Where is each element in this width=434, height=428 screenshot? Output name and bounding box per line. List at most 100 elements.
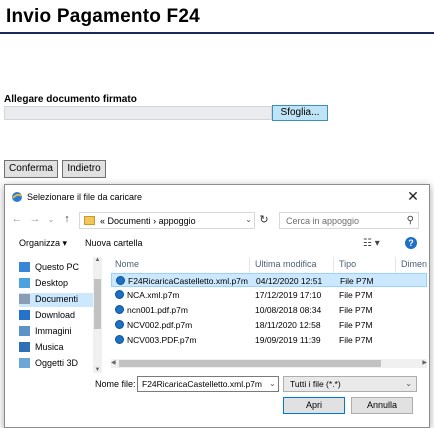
help-icon[interactable]: ? xyxy=(405,237,417,249)
browser-app-icon xyxy=(12,192,23,202)
sidebar-item[interactable]: Immagini xyxy=(19,325,101,339)
file-type: File P7M xyxy=(339,305,373,315)
column-divider[interactable] xyxy=(395,257,396,273)
column-divider[interactable] xyxy=(333,257,334,273)
organize-menu[interactable]: Organizza ▾ xyxy=(19,238,67,249)
back-arrow-icon[interactable]: ← xyxy=(11,213,23,225)
sidebar-item-label: Download xyxy=(35,310,76,320)
dialog-title: Selezionare il file da caricare xyxy=(27,192,143,202)
sidebar-item-label: Desktop xyxy=(35,278,69,288)
file-row[interactable]: NCV003.PDF.p7m 19/09/2019 11:39 File P7M xyxy=(111,333,427,347)
browse-button[interactable]: Sfoglia... xyxy=(272,105,328,121)
file-type: File P7M xyxy=(339,335,373,345)
sidebar-item[interactable]: Musica xyxy=(19,341,101,355)
p7m-file-icon xyxy=(115,290,124,299)
title-divider xyxy=(0,32,434,34)
scroll-left-icon[interactable]: ◀ xyxy=(111,359,116,366)
address-overflow[interactable]: « xyxy=(100,216,105,226)
desktop-icon xyxy=(19,278,30,288)
file-list: ^ NomeUltima modificaTipoDimenF24Ricaric… xyxy=(111,257,427,373)
sidebar-item-label: Musica xyxy=(35,342,64,352)
open-button[interactable]: Apri xyxy=(283,397,345,414)
file-row[interactable]: ncn001.pdf.p7m 10/08/2018 08:34 File P7M xyxy=(111,303,427,317)
sidebar-item[interactable]: Questo PC xyxy=(19,261,101,275)
filename-input[interactable] xyxy=(137,376,279,392)
sidebar-item-label: Oggetti 3D xyxy=(35,358,79,368)
cancel-button[interactable]: Annulla xyxy=(351,397,413,414)
dialog-toolbar: Organizza ▾ Nuova cartella ☷ ▾ ? xyxy=(5,233,429,253)
page-title: Invio Pagamento F24 xyxy=(6,6,200,27)
confirm-button[interactable]: Conferma xyxy=(4,160,58,178)
documents-icon xyxy=(19,294,30,304)
sort-arrow-icon: ^ xyxy=(179,257,183,259)
file-row[interactable]: NCA.xml.p7m 17/12/2019 17:10 File P7M xyxy=(111,288,427,302)
file-name: ncn001.pdf.p7m xyxy=(127,305,188,315)
file-type: File P7M xyxy=(340,276,374,286)
search-icon[interactable]: ⚲ xyxy=(407,215,414,226)
file-modified: 10/08/2018 08:34 xyxy=(255,305,322,315)
sidebar-scrollbar[interactable]: ▲ ▼ xyxy=(93,257,102,373)
file-modified: 17/12/2019 17:10 xyxy=(255,290,322,300)
file-modified: 19/09/2019 11:39 xyxy=(255,335,321,345)
p7m-file-icon xyxy=(116,276,125,285)
breadcrumb-documenti[interactable]: Documenti xyxy=(108,216,151,226)
sidebar-item-label: Immagini xyxy=(35,326,72,336)
file-type: File P7M xyxy=(339,320,373,330)
navigation-pane: Questo PC Desktop Documenti Download Immagin… xyxy=(5,257,103,373)
file-type-select[interactable]: Tutti i file (*.*) ⌄ xyxy=(283,376,417,392)
file-name: NCV002.pdf.p7m xyxy=(127,320,193,330)
file-row[interactable]: NCV002.pdf.p7m 18/11/2020 12:58 File P7M xyxy=(111,318,427,332)
p7m-file-icon xyxy=(115,335,124,344)
computer-icon xyxy=(19,262,30,272)
scroll-down-icon[interactable]: ▼ xyxy=(93,367,102,373)
breadcrumb-separator-icon: › xyxy=(153,216,157,226)
file-modified: 04/12/2020 12:51 xyxy=(256,276,323,286)
sidebar-item-label: Questo PC xyxy=(35,262,80,272)
chevron-down-icon[interactable]: ⌄ xyxy=(245,215,252,224)
images-icon xyxy=(19,326,30,336)
new-folder-button[interactable]: Nuova cartella xyxy=(85,238,143,248)
scrollbar-thumb[interactable] xyxy=(119,360,381,367)
filename-chevron-down-icon[interactable]: ⌄ xyxy=(269,379,276,388)
close-icon[interactable]: ✕ xyxy=(405,188,421,204)
breadcrumb-appoggio[interactable]: appoggio xyxy=(159,216,196,226)
back-button[interactable]: Indietro xyxy=(62,160,106,178)
file-row[interactable]: F24RicaricaCastelletto.xml.p7m 04/12/2020… xyxy=(111,273,427,287)
navigation-bar: ← → ⌄ ↑ « Documenti › appoggio ⌄ ↻ Cerca… xyxy=(5,209,429,231)
file-open-dialog: Selezionare il file da caricare ✕ ← → ⌄ … xyxy=(4,184,430,428)
sidebar-item[interactable]: Download xyxy=(19,309,101,323)
file-type-value: Tutti i file (*.*) xyxy=(290,379,341,389)
filename-label: Nome file: xyxy=(95,379,136,389)
folder-icon xyxy=(84,216,95,225)
address-bar[interactable]: « Documenti › appoggio ⌄ xyxy=(79,212,255,229)
p7m-file-icon xyxy=(115,305,124,314)
p7m-file-icon xyxy=(115,320,124,329)
search-input[interactable]: Cerca in appoggio xyxy=(286,216,359,226)
objects-3d-icon xyxy=(19,358,30,368)
up-arrow-icon[interactable]: ↑ xyxy=(61,213,73,225)
horizontal-scrollbar[interactable]: ◀ ▶ xyxy=(111,359,427,368)
search-box[interactable]: Cerca in appoggio ⚲ xyxy=(279,212,419,229)
file-type: File P7M xyxy=(339,290,373,300)
recent-locations-chevron-icon[interactable]: ⌄ xyxy=(45,215,57,224)
column-divider[interactable] xyxy=(249,257,250,273)
view-options-icon[interactable]: ☷ ▾ xyxy=(363,238,380,249)
refresh-icon[interactable]: ↻ xyxy=(257,213,271,226)
file-name: NCA.xml.p7m xyxy=(127,290,180,300)
scrollbar-thumb[interactable] xyxy=(94,279,101,329)
scroll-up-icon[interactable]: ▲ xyxy=(93,257,102,263)
address-path: « Documenti › appoggio xyxy=(100,216,196,226)
sidebar-item[interactable]: Documenti xyxy=(19,293,101,307)
file-name: F24RicaricaCastelletto.xml.p7m xyxy=(128,276,248,286)
dialog-titlebar: Selezionare il file da caricare ✕ xyxy=(5,185,429,209)
chevron-down-icon[interactable]: ⌄ xyxy=(405,379,412,388)
file-name: NCV003.PDF.p7m xyxy=(127,335,197,345)
download-icon xyxy=(19,310,30,320)
forward-arrow-icon[interactable]: → xyxy=(29,213,41,225)
sidebar-item[interactable]: Desktop xyxy=(19,277,101,291)
attach-label: Allegare documento firmato xyxy=(4,94,137,105)
scroll-right-icon[interactable]: ▶ xyxy=(422,359,427,366)
sidebar-item[interactable]: Oggetti 3D xyxy=(19,357,101,371)
file-path-field[interactable] xyxy=(4,106,272,120)
file-modified: 18/11/2020 12:58 xyxy=(255,320,321,330)
